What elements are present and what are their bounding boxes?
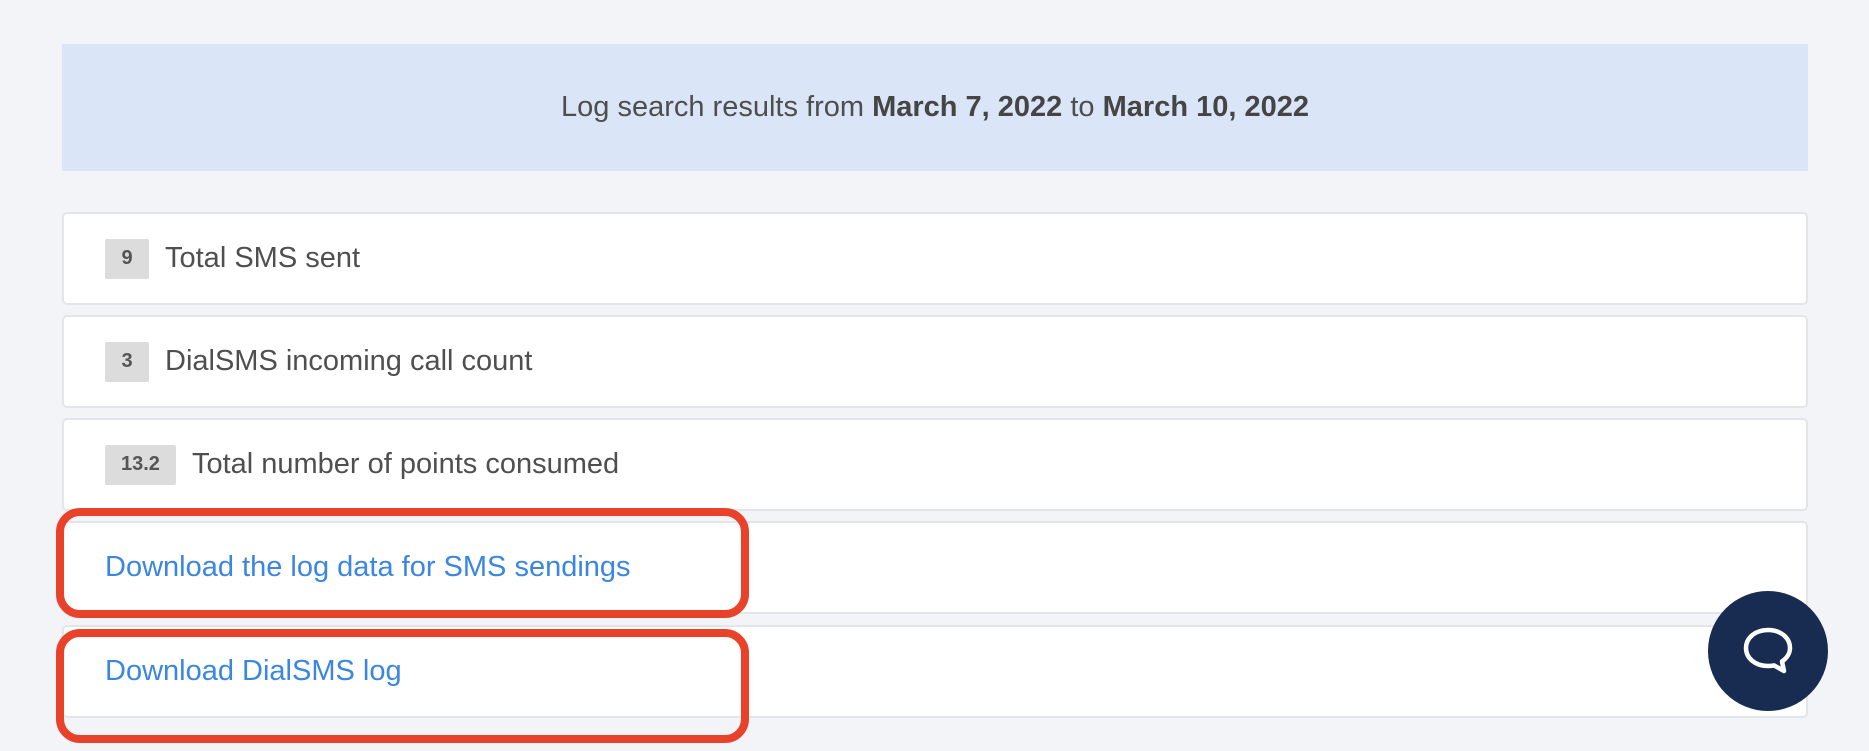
- count-badge: 9: [105, 238, 149, 279]
- stat-label: DialSMS incoming call count: [165, 345, 533, 377]
- download-row-dialsms-log: Download DialSMS log: [62, 625, 1808, 718]
- stat-row-points-consumed: 13.2 Total number of points consumed: [62, 418, 1808, 511]
- count-badge: 3: [105, 341, 149, 382]
- stat-label: Total number of points consumed: [191, 448, 620, 480]
- stat-row-total-sms: 9 Total SMS sent: [62, 212, 1808, 305]
- chat-button[interactable]: [1708, 591, 1828, 711]
- banner-start-date: March 7, 2022: [872, 91, 1063, 123]
- download-sms-log-link[interactable]: Download the log data for SMS sendings: [105, 551, 631, 584]
- count-badge: 13.2: [105, 444, 176, 485]
- banner-middle: to: [1062, 91, 1103, 123]
- download-dialsms-log-link[interactable]: Download DialSMS log: [105, 655, 402, 688]
- stat-label: Total SMS sent: [165, 242, 361, 274]
- chat-bubble-icon: [1743, 627, 1793, 674]
- search-results-banner: Log search results from March 7, 2022 to…: [62, 44, 1808, 171]
- banner-prefix: Log search results from: [561, 91, 873, 123]
- stat-row-dialsms-calls: 3 DialSMS incoming call count: [62, 315, 1808, 408]
- banner-end-date: March 10, 2022: [1102, 91, 1309, 123]
- download-row-sms-log: Download the log data for SMS sendings: [62, 521, 1808, 614]
